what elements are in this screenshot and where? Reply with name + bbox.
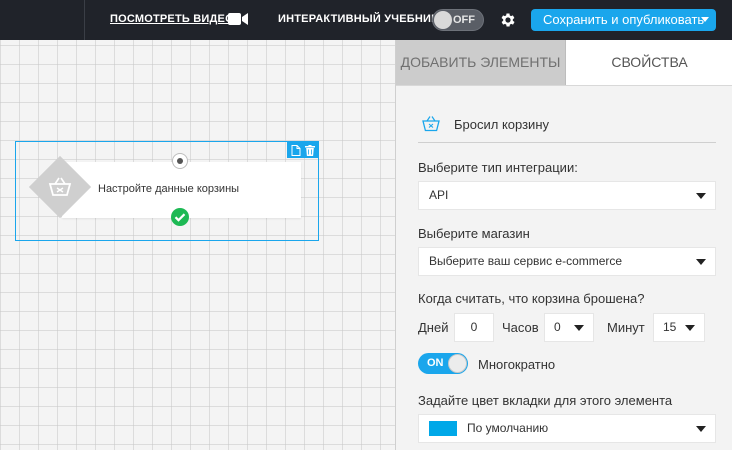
repeat-toggle[interactable]: ON	[418, 353, 468, 374]
chevron-down-icon	[696, 426, 706, 432]
tutorial-toggle-state: OFF	[453, 14, 475, 26]
workflow-canvas[interactable]: Настройте данные корзины	[0, 40, 395, 450]
top-bar: ПОСМОТРЕТЬ ВИДЕО ИНТЕРАКТИВНЫЙ УЧЕБНИК O…	[0, 0, 732, 40]
trash-icon[interactable]	[305, 145, 315, 156]
tab-color-label: Задайте цвет вкладки для этого элемента	[418, 393, 673, 408]
hours-value: 0	[554, 320, 561, 334]
hours-label: Часов	[502, 320, 539, 335]
topbar-divider	[84, 0, 85, 40]
camera-icon[interactable]	[228, 12, 248, 26]
store-label: Выберите магазин	[418, 226, 530, 241]
tabs-divider	[396, 85, 732, 86]
watch-video-link[interactable]: ПОСМОТРЕТЬ ВИДЕО	[110, 13, 234, 25]
chevron-down-icon	[685, 325, 695, 331]
store-select[interactable]: Выберите ваш сервис e-commerce	[418, 247, 716, 276]
repeat-label: Многократно	[478, 357, 556, 372]
gear-icon[interactable]	[499, 11, 517, 29]
integration-type-label: Выберите тип интеграции:	[418, 160, 578, 175]
tab-color-select[interactable]: По умолчанию	[418, 414, 716, 443]
node-label: Настройте данные корзины	[98, 183, 240, 195]
minutes-select[interactable]: 15	[653, 313, 705, 342]
element-header: Бросил корзину	[418, 112, 716, 143]
node-input-connector[interactable]	[172, 153, 188, 169]
basket-icon	[48, 177, 72, 196]
hours-select[interactable]: 0	[544, 313, 594, 342]
tutorial-toggle[interactable]: OFF	[432, 9, 484, 31]
basket-icon	[422, 116, 440, 132]
minutes-label: Минут	[607, 320, 645, 335]
tab-properties[interactable]: СВОЙСТВА	[566, 40, 732, 85]
toggle-knob	[448, 354, 467, 373]
element-title: Бросил корзину	[454, 117, 549, 132]
node-actions	[287, 142, 318, 158]
tab-color-value: По умолчанию	[467, 421, 549, 435]
toggle-knob	[434, 11, 452, 29]
properties-panel: ДОБАВИТЬ ЭЛЕМЕНТЫ СВОЙСТВА Бросил корзин…	[395, 40, 732, 450]
days-label: Дней	[418, 320, 449, 335]
check-icon	[171, 208, 189, 226]
publish-button-label: Сохранить и опубликовать	[543, 12, 705, 27]
color-swatch	[429, 421, 457, 436]
save-and-publish-button[interactable]: Сохранить и опубликовать	[531, 9, 716, 31]
chevron-down-icon	[696, 259, 706, 265]
tutorial-label: ИНТЕРАКТИВНЫЙ УЧЕБНИК	[278, 13, 439, 25]
file-icon[interactable]	[291, 145, 301, 156]
abandon-time-label: Когда считать, что корзина брошена?	[418, 291, 645, 306]
integration-type-value: API	[429, 188, 449, 202]
tab-add-elements[interactable]: ДОБАВИТЬ ЭЛЕМЕНТЫ	[396, 40, 566, 85]
repeat-toggle-state: ON	[427, 357, 444, 369]
chevron-down-icon	[696, 193, 706, 199]
chevron-down-icon	[701, 17, 709, 22]
days-input[interactable]: 0	[454, 313, 494, 342]
connector-dot	[177, 158, 183, 164]
integration-type-select[interactable]: API	[418, 181, 716, 210]
store-value: Выберите ваш сервис e-commerce	[429, 254, 623, 268]
minutes-value: 15	[663, 320, 677, 334]
chevron-down-icon	[574, 325, 584, 331]
